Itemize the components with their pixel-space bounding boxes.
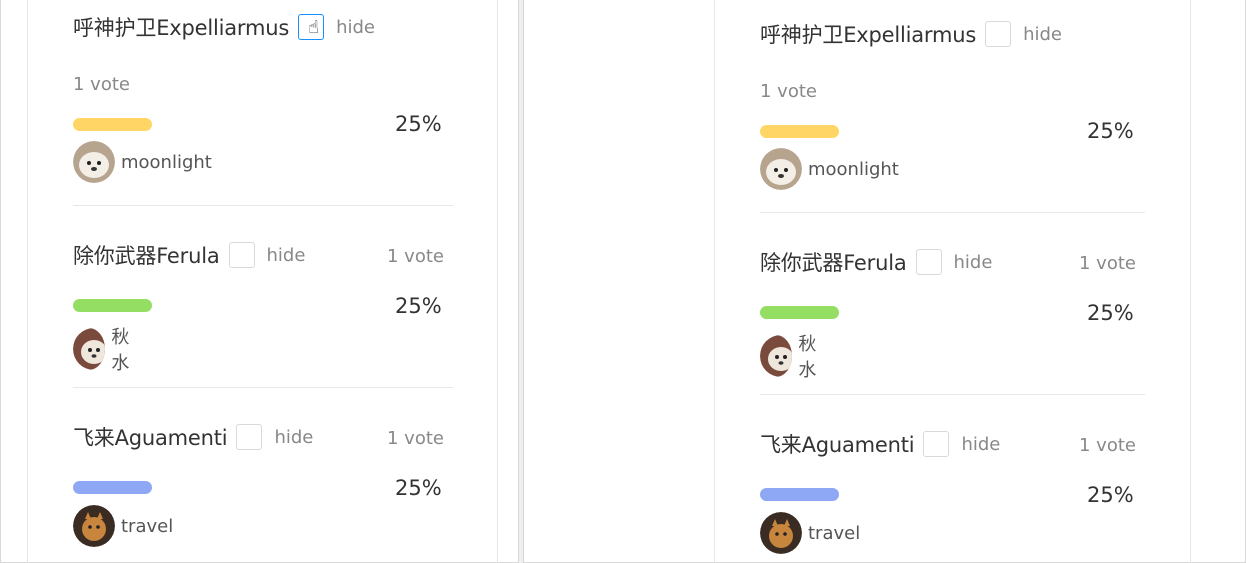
option-3-header: 飞来Aguamenti hide (760, 429, 1000, 459)
avatar (760, 512, 802, 554)
option-3-hide-checkbox[interactable] (236, 424, 263, 450)
option-3-hide-label: hide (274, 426, 314, 448)
option-2-progress-bar (760, 306, 839, 319)
option-3-percent: 25% (1087, 483, 1134, 507)
option-divider (73, 205, 453, 206)
option-1-hide-label: hide (336, 16, 376, 38)
option-1-title: 呼神护卫Expelliarmus (760, 23, 977, 47)
option-1-percent: 25% (395, 112, 442, 136)
voter-name: 秋水 (111, 327, 130, 374)
option-2-header: 除你武器Ferula hide (760, 247, 992, 277)
left-card-border-right (497, 0, 498, 563)
option-3-votes: 1 vote (1079, 435, 1136, 456)
option-2-percent: 25% (1087, 301, 1134, 325)
option-1-percent: 25% (1087, 119, 1134, 143)
voter-name: moonlight (121, 151, 212, 173)
option-1-hide-checkbox[interactable]: ☝ (298, 14, 325, 40)
option-1-header: 呼神护卫Expelliarmus hide (760, 19, 1062, 49)
option-3-progress-bar (73, 481, 152, 494)
option-2-progress-bar (73, 299, 152, 312)
option-2-header: 除你武器Ferula hide (73, 240, 305, 270)
option-1-voter: moonlight (73, 141, 212, 183)
avatar (760, 335, 793, 377)
option-2-hide-checkbox[interactable] (915, 249, 942, 275)
right-card-border-left (714, 0, 715, 563)
option-3-progress-bar (760, 488, 839, 501)
avatar (73, 141, 115, 183)
option-2-title: 除你武器Ferula (760, 251, 907, 275)
split-divider[interactable] (518, 0, 524, 563)
avatar (760, 148, 802, 190)
option-2-votes: 1 vote (1079, 253, 1136, 274)
option-1-progress-bar (760, 125, 839, 138)
option-1-votes: 1 vote (760, 81, 817, 102)
voter-name: 秋水 (798, 334, 817, 381)
option-divider (760, 394, 1145, 395)
option-3-votes: 1 vote (387, 428, 444, 449)
option-2-votes: 1 vote (387, 246, 444, 267)
avatar (73, 328, 106, 370)
option-2-percent: 25% (395, 294, 442, 318)
option-2-title: 除你武器Ferula (73, 244, 220, 268)
option-1-header: 呼神护卫Expelliarmus ☝ hide (73, 12, 375, 42)
right-card-border-right (1190, 0, 1191, 563)
option-2-voter: 秋水 (760, 330, 826, 382)
option-2-hide-label: hide (266, 244, 306, 266)
option-3-title: 飞来Aguamenti (73, 426, 228, 450)
option-3-hide-label: hide (961, 433, 1001, 455)
option-2-voter: 秋水 (73, 323, 139, 375)
voter-name: travel (808, 522, 861, 544)
left-frame-edge (0, 0, 1, 563)
option-1-hide-label: hide (1023, 23, 1063, 45)
option-2-hide-label: hide (953, 251, 993, 273)
option-3-voter: travel (73, 505, 173, 547)
option-1-title: 呼神护卫Expelliarmus (73, 16, 290, 40)
hand-cursor-icon: ☝ (308, 17, 320, 38)
option-1-progress-bar (73, 118, 152, 131)
avatar (73, 505, 115, 547)
option-1-hide-checkbox[interactable] (985, 21, 1012, 47)
voter-name: travel (121, 515, 174, 537)
option-3-header: 飞来Aguamenti hide (73, 422, 313, 452)
option-3-voter: travel (760, 512, 860, 554)
option-3-title: 飞来Aguamenti (760, 433, 915, 457)
option-3-hide-checkbox[interactable] (923, 431, 950, 457)
left-card-border-left (27, 0, 28, 563)
option-divider (760, 212, 1145, 213)
option-1-votes: 1 vote (73, 74, 130, 95)
option-1-voter: moonlight (760, 148, 899, 190)
voter-name: moonlight (808, 158, 899, 180)
option-divider (73, 387, 453, 388)
option-2-hide-checkbox[interactable] (228, 242, 255, 268)
option-3-percent: 25% (395, 476, 442, 500)
